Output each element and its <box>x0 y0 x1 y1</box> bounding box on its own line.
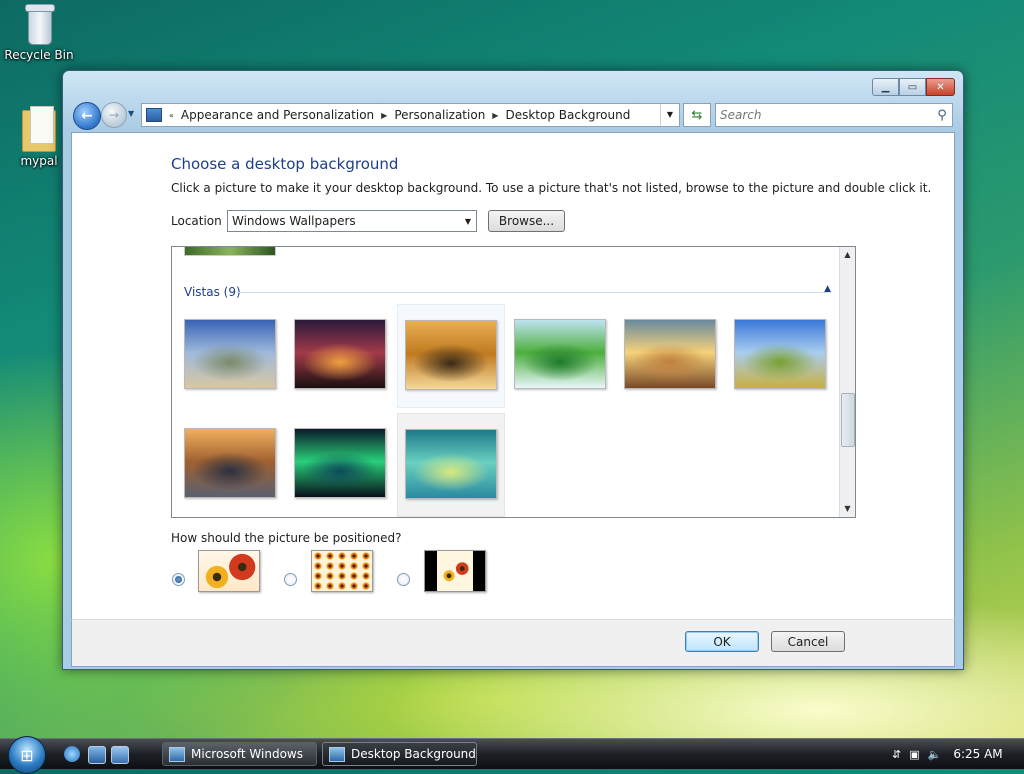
control-panel-icon <box>146 108 162 122</box>
ok-button[interactable]: OK <box>685 631 759 652</box>
position-fit-preview[interactable] <box>198 550 260 592</box>
wallpaper-thumbnail-golden-rocks[interactable] <box>397 304 505 408</box>
location-value: Windows Wallpapers <box>232 214 356 228</box>
scroll-down-icon[interactable]: ▼ <box>840 501 855 517</box>
desktop-icon-label: Recycle Bin <box>4 48 74 62</box>
wallpaper-thumbnail-partial[interactable] <box>184 247 276 256</box>
taskbar-item-label: Desktop Background <box>351 747 476 761</box>
wallpaper-image <box>294 428 386 498</box>
page-title: Choose a desktop background <box>171 155 399 173</box>
desktop-icon-recycle-bin[interactable]: Recycle Bin <box>3 4 75 62</box>
system-tray: ⇵ ▣ 🔈 6:25 AM <box>884 739 1024 769</box>
collapse-chevron-icon[interactable]: ▲ <box>824 284 831 294</box>
search-box[interactable]: ⚲ <box>715 103 953 127</box>
location-label: Location <box>171 214 222 228</box>
forward-button[interactable]: → <box>101 102 127 128</box>
scroll-up-icon[interactable]: ▲ <box>840 247 855 263</box>
wallpaper-image <box>294 319 386 389</box>
wallpaper-gallery: Vistas (9) ▲ ▲ ▼ <box>171 246 856 518</box>
content-pane: Choose a desktop background Click a pict… <box>71 132 955 620</box>
clock[interactable]: 6:25 AM <box>953 747 1002 761</box>
scrollbar-thumb[interactable] <box>841 393 855 447</box>
start-button[interactable]: ⊞ <box>8 736 46 774</box>
taskbar: ⊞ Microsoft Windows Desktop Background ⇵… <box>0 736 1024 774</box>
position-tile-preview[interactable] <box>311 550 373 592</box>
wallpaper-image <box>734 319 826 389</box>
position-tile-radio[interactable] <box>284 573 297 586</box>
wallpaper-image <box>514 319 606 389</box>
minimize-button[interactable]: ▁ <box>872 78 899 96</box>
vertical-scrollbar[interactable]: ▲ ▼ <box>839 247 855 517</box>
show-desktop-icon[interactable] <box>88 746 106 764</box>
refresh-icon: ⇆ <box>691 107 703 123</box>
recycle-bin-icon <box>23 4 55 45</box>
search-icon[interactable]: ⚲ <box>932 108 952 123</box>
taskbar-item-label: Microsoft Windows <box>191 747 303 761</box>
navigation-bar: ← → ▼ « Appearance and Personalization ▶… <box>71 100 955 130</box>
position-fit-radio[interactable] <box>172 573 185 586</box>
chevron-left-icon[interactable]: « <box>166 111 177 120</box>
address-dropdown-icon[interactable]: ▼ <box>660 104 679 126</box>
address-bar[interactable]: « Appearance and Personalization ▶ Perso… <box>141 103 680 127</box>
wallpaper-image <box>405 320 497 390</box>
close-button[interactable]: ✕ <box>926 78 955 96</box>
search-input[interactable] <box>716 105 932 125</box>
breadcrumb-personalization[interactable]: Personalization <box>390 108 489 122</box>
wallpaper-image <box>184 319 276 389</box>
wallpaper-image <box>405 429 497 499</box>
browse-button[interactable]: Browse... <box>488 210 565 232</box>
network-icon[interactable]: ▣ <box>909 748 919 761</box>
dropdown-arrow-icon: ▼ <box>464 216 472 226</box>
location-dropdown[interactable]: Windows Wallpapers ▼ <box>227 210 477 232</box>
back-button[interactable]: ← <box>73 102 101 130</box>
wallpaper-thumbnail-green-hills[interactable] <box>727 304 833 406</box>
position-center-preview[interactable] <box>424 550 486 592</box>
wallpaper-thumbnail-aurora[interactable] <box>287 413 393 515</box>
taskbar-item-microsoft-windows[interactable]: Microsoft Windows <box>162 742 317 766</box>
windows-logo-icon: ⊞ <box>20 745 34 765</box>
arrow-left-icon: ← <box>81 108 93 124</box>
wallpaper-thumbnail-mountain-lake[interactable] <box>177 304 283 406</box>
group-divider <box>237 292 825 293</box>
wallpaper-image <box>184 428 276 498</box>
breadcrumb-separator-icon[interactable]: ▶ <box>489 111 501 120</box>
wallpaper-image <box>624 319 716 389</box>
breadcrumb-separator-icon[interactable]: ▶ <box>378 111 390 120</box>
breadcrumb-appearance[interactable]: Appearance and Personalization <box>177 108 378 122</box>
maximize-button[interactable]: ▭ <box>899 78 926 96</box>
arrow-right-icon: → <box>108 108 120 122</box>
folder-icon <box>22 106 56 152</box>
taskbar-item-desktop-background[interactable]: Desktop Background <box>322 742 477 766</box>
wallpaper-thumbnail-green-leaf[interactable] <box>507 304 613 406</box>
page-description: Click a picture to make it your desktop … <box>171 181 932 195</box>
safely-remove-hardware-icon[interactable]: ⇵ <box>892 748 901 761</box>
caption-buttons: ▁ ▭ ✕ <box>872 78 955 96</box>
breadcrumb-desktop-background[interactable]: Desktop Background <box>501 108 634 122</box>
dialog-footer: OK Cancel <box>71 619 955 667</box>
position-center-radio[interactable] <box>397 573 410 586</box>
internet-explorer-icon[interactable] <box>64 746 80 762</box>
recent-pages-dropdown[interactable]: ▼ <box>128 109 134 118</box>
group-title[interactable]: Vistas (9) <box>184 285 241 299</box>
wallpaper-thumbnail-vista-aurora[interactable] <box>397 413 505 517</box>
refresh-button[interactable]: ⇆ <box>683 103 711 127</box>
cancel-button[interactable]: Cancel <box>771 631 845 652</box>
desktop-background-window: ▁ ▭ ✕ ← → ▼ « Appearance and Personaliza… <box>62 70 964 670</box>
switch-windows-icon[interactable] <box>111 746 129 764</box>
wallpaper-thumbnail-rock-reflection[interactable] <box>177 413 283 515</box>
control-panel-icon <box>329 746 345 762</box>
window-app-icon <box>169 746 185 762</box>
wallpaper-thumbnail-sunlit-field[interactable] <box>617 304 723 406</box>
position-question: How should the picture be positioned? <box>171 531 402 545</box>
volume-muted-icon[interactable]: 🔈 <box>928 748 942 761</box>
wallpaper-thumbnail-sunset-hills[interactable] <box>287 304 393 406</box>
